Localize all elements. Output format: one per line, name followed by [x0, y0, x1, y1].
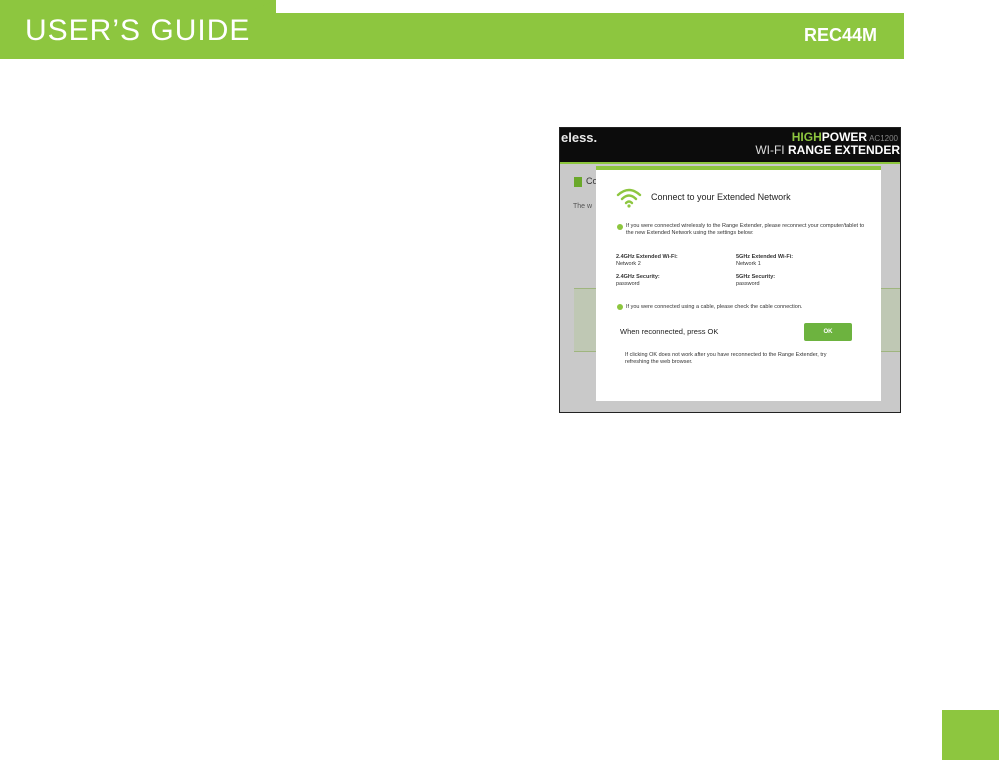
wireless-note: If you were connected wirelessly to the …: [626, 223, 865, 236]
footer-note: If clicking OK does not work after you h…: [625, 352, 827, 365]
logo-power: POWER: [821, 130, 868, 144]
banner-tab-slope: [246, 0, 276, 13]
ext-5-value: Network 1: [736, 261, 761, 267]
sec-24-value: password: [616, 281, 640, 287]
sec-24-label: 2.4GHz Security:: [616, 274, 660, 280]
guide-title: USER’S GUIDE: [25, 14, 251, 47]
product-logo-line2: WI-FI RANGE EXTENDER: [755, 144, 900, 157]
reconnected-text: When reconnected, press OK: [620, 327, 719, 336]
banner-tab: [0, 0, 276, 13]
screenshot-top-bar: eless. HIGHPOWER AC1200 WI-FI RANGE EXTEN…: [560, 128, 900, 162]
ext-5-label: 5GHz Extended Wi-Fi:: [736, 254, 794, 260]
cable-note: If you were connected using a cable, ple…: [626, 304, 803, 310]
background-text: The w: [573, 203, 593, 210]
page-corner-square: [942, 710, 999, 760]
model-number: REC44M: [803, 25, 877, 45]
logo-high: HIGH: [791, 130, 822, 144]
ext-24-label: 2.4GHz Extended Wi-Fi:: [616, 254, 678, 260]
logo-wifi: WI-FI: [755, 143, 785, 157]
sec-5-label: 5GHz Security:: [736, 274, 776, 280]
sec-5-value: password: [736, 281, 760, 287]
logo-range-extender: RANGE EXTENDER: [787, 143, 900, 157]
ok-button[interactable]: OK: [804, 323, 852, 341]
modal-title: Connect to your Extended Network: [651, 192, 791, 202]
header-banner: USER’S GUIDE REC44M: [0, 0, 904, 59]
info-bullet-icon: [617, 304, 623, 310]
embedded-screenshot: eless. HIGHPOWER AC1200 WI-FI RANGE EXTEN…: [559, 127, 901, 413]
section-marker-icon: [574, 177, 582, 187]
connect-modal: Connect to your Extended Network If you …: [596, 166, 881, 401]
info-bullet-icon: [617, 224, 623, 230]
logo-ac: AC1200: [869, 134, 898, 143]
modal-top-strip: [596, 166, 881, 170]
ext-24-value: Network 2: [616, 261, 641, 267]
brand-fragment: eless.: [561, 130, 598, 145]
wifi-icon: [616, 188, 642, 208]
